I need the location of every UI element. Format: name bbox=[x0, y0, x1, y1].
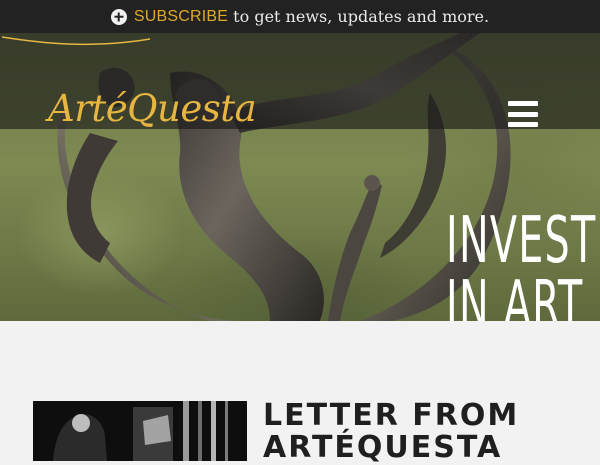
letter-heading[interactable]: LETTER FROM ARTÉQUESTA bbox=[263, 400, 519, 464]
hero-title-line1: INVEST bbox=[446, 204, 597, 278]
announcement-bar: SUBSCRIBE to get news, updates and more. bbox=[0, 0, 600, 33]
plus-circle-icon[interactable] bbox=[110, 8, 127, 25]
letter-heading-line2: ARTÉQUESTA bbox=[263, 430, 503, 465]
subscribe-link[interactable]: SUBSCRIBE bbox=[134, 8, 228, 26]
hero-title: INVEST IN ART bbox=[446, 204, 597, 321]
logo-swash bbox=[1, 36, 151, 46]
announcement-text: to get news, updates and more. bbox=[233, 7, 490, 26]
black-and-white-photo bbox=[33, 401, 247, 461]
hero-banner: ArtéQuesta INVEST IN ART bbox=[0, 33, 600, 321]
hero-title-line2: IN ART bbox=[446, 268, 584, 321]
letter-thumbnail[interactable] bbox=[33, 401, 247, 461]
site-logo[interactable]: ArtéQuesta bbox=[48, 87, 257, 130]
content-section: LETTER FROM ARTÉQUESTA bbox=[0, 321, 600, 464]
letter-heading-line1: LETTER FROM bbox=[263, 398, 520, 433]
hamburger-menu-icon[interactable] bbox=[508, 101, 538, 127]
